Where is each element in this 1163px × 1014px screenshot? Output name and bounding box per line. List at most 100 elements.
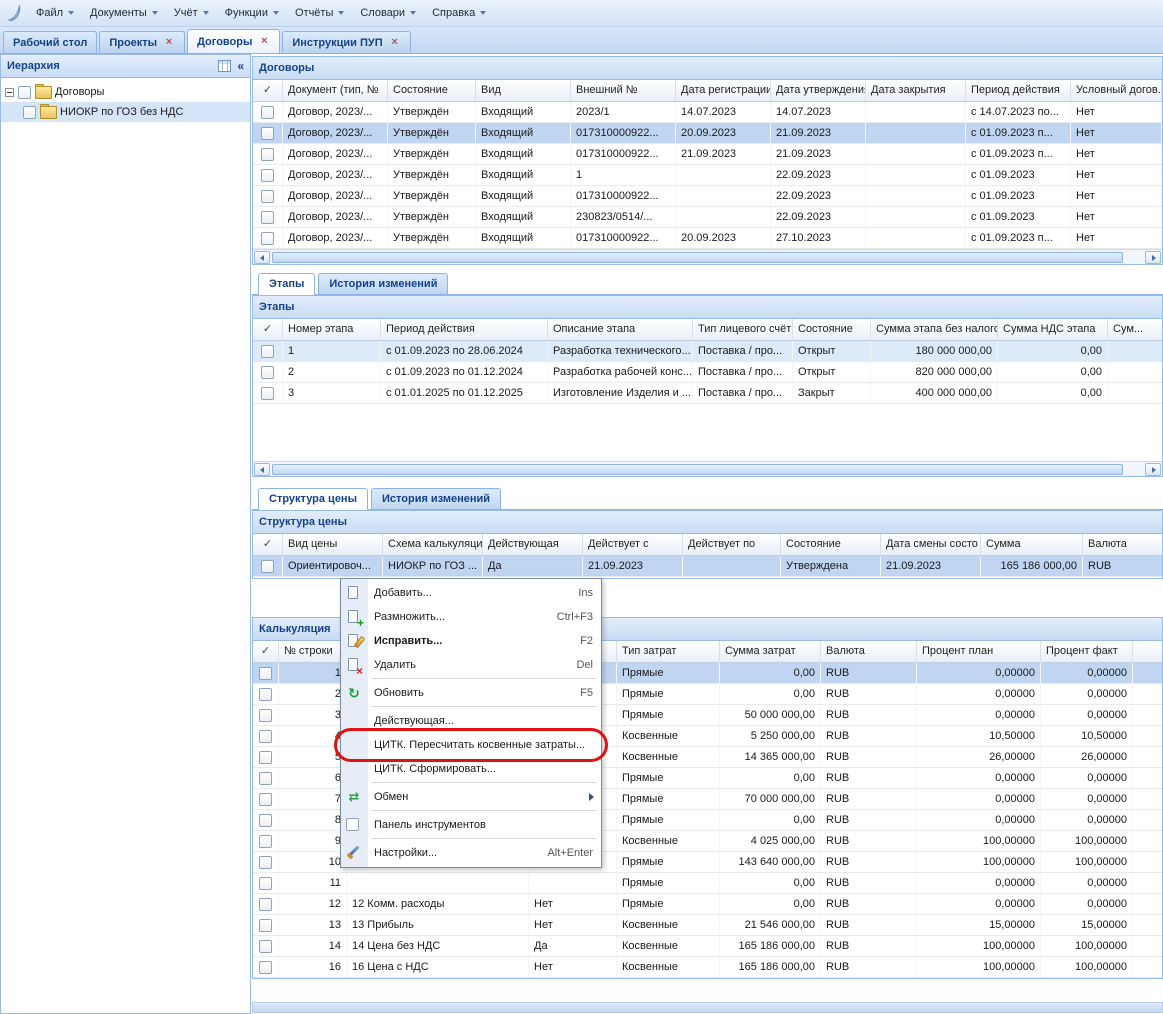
- menu-item[interactable]: ОбновитьF5: [341, 681, 601, 705]
- row-checkbox[interactable]: [259, 772, 272, 785]
- menu-item[interactable]: Добавить...Ins: [341, 581, 601, 605]
- row-checkbox[interactable]: [259, 667, 272, 680]
- menu-checkbox[interactable]: [346, 818, 359, 831]
- column-header[interactable]: Период действия: [381, 319, 548, 340]
- table-row[interactable]: Договор, 2023/...УтверждёнВходящий2023/1…: [253, 102, 1162, 123]
- column-header[interactable]: Описание этапа: [548, 319, 693, 340]
- subtab-1[interactable]: История изменений: [318, 273, 448, 294]
- row-checkbox[interactable]: [261, 106, 274, 119]
- scroll-thumb[interactable]: [272, 252, 1123, 263]
- column-header[interactable]: Валюта: [821, 641, 917, 662]
- menu-item[interactable]: ЦИТК. Сформировать...: [341, 757, 601, 781]
- row-checkbox[interactable]: [259, 940, 272, 953]
- column-header[interactable]: [1133, 641, 1162, 662]
- column-header[interactable]: Документ (тип, №: [283, 80, 388, 101]
- collapse-panel-icon[interactable]: [237, 60, 244, 72]
- main-tab-1[interactable]: Проекты: [99, 31, 185, 53]
- subtab-0[interactable]: Этапы: [258, 273, 315, 295]
- menu-item[interactable]: Размножить...Ctrl+F3: [341, 605, 601, 629]
- tree-checkbox[interactable]: [18, 86, 31, 99]
- menubar-item-0[interactable]: Файл: [28, 3, 82, 23]
- row-checkbox[interactable]: [259, 730, 272, 743]
- table-row[interactable]: 3с 01.01.2025 по 01.12.2025Изготовление …: [253, 383, 1162, 404]
- table-row[interactable]: Договор, 2023/...УтверждёнВходящий017310…: [253, 144, 1162, 165]
- row-checkbox[interactable]: [261, 387, 274, 400]
- scroll-thumb[interactable]: [253, 1003, 1162, 1012]
- column-header[interactable]: Вид цены: [283, 534, 383, 555]
- table-row[interactable]: 1616 Цена с НДСНетКосвенные165 186 000,0…: [253, 957, 1162, 978]
- menubar-item-4[interactable]: Отчёты: [287, 3, 352, 23]
- row-checkbox[interactable]: [259, 688, 272, 701]
- menu-item[interactable]: Обмен: [341, 785, 601, 809]
- column-header[interactable]: Дата регистрации: [676, 80, 771, 101]
- column-header[interactable]: Состояние: [793, 319, 871, 340]
- main-tab-0[interactable]: Рабочий стол: [3, 31, 97, 53]
- row-checkbox[interactable]: [259, 856, 272, 869]
- row-checkbox[interactable]: [261, 560, 274, 573]
- table-row[interactable]: 1с 01.09.2023 по 28.06.2024Разработка те…: [253, 341, 1162, 362]
- main-tab-3[interactable]: Инструкции ПУП: [282, 31, 410, 53]
- row-checkbox[interactable]: [259, 898, 272, 911]
- column-header[interactable]: Действует с: [583, 534, 683, 555]
- row-checkbox[interactable]: [259, 877, 272, 890]
- menu-item[interactable]: Настройки...Alt+Enter: [341, 841, 601, 865]
- menubar-item-5[interactable]: Словари: [352, 3, 424, 23]
- row-checkbox[interactable]: [259, 751, 272, 764]
- tree-node[interactable]: Договоры: [1, 82, 250, 102]
- row-checkbox[interactable]: [261, 211, 274, 224]
- column-header[interactable]: Состояние: [781, 534, 881, 555]
- tree-checkbox[interactable]: [23, 106, 36, 119]
- column-header[interactable]: Валюта: [1083, 534, 1162, 555]
- menu-item[interactable]: Исправить...F2: [341, 629, 601, 653]
- row-checkbox[interactable]: [261, 190, 274, 203]
- subtab-1[interactable]: История изменений: [371, 488, 501, 509]
- row-checkbox[interactable]: [259, 835, 272, 848]
- column-header[interactable]: Тип затрат: [617, 641, 720, 662]
- column-header[interactable]: Тип лицевого счёт: [693, 319, 793, 340]
- menu-item[interactable]: ЦИТК. Пересчитать косвенные затраты...: [341, 733, 601, 757]
- table-row[interactable]: Договор, 2023/...УтверждёнВходящий017310…: [253, 228, 1162, 249]
- table-row[interactable]: Договор, 2023/...УтверждёнВходящий230823…: [253, 207, 1162, 228]
- select-all-icon[interactable]: [253, 641, 279, 662]
- table-row[interactable]: Договор, 2023/...УтверждёнВходящий122.09…: [253, 165, 1162, 186]
- tab-close-icon[interactable]: [258, 36, 270, 48]
- table-row[interactable]: 11Прямые0,00RUB0,000000,00000: [253, 873, 1162, 894]
- column-header[interactable]: Сумма этапа без налогов: [871, 319, 998, 340]
- table-row[interactable]: Договор, 2023/...УтверждёнВходящий017310…: [253, 186, 1162, 207]
- column-header[interactable]: Номер этапа: [283, 319, 381, 340]
- column-header[interactable]: Процент факт: [1041, 641, 1133, 662]
- menu-item[interactable]: Действующая...: [341, 709, 601, 733]
- column-header[interactable]: Сум...: [1108, 319, 1162, 340]
- select-all-icon[interactable]: [253, 319, 283, 340]
- stages-hscrollbar[interactable]: [253, 461, 1162, 476]
- row-checkbox[interactable]: [261, 169, 274, 182]
- column-header[interactable]: Условный догов...: [1071, 80, 1162, 101]
- row-checkbox[interactable]: [261, 148, 274, 161]
- column-header[interactable]: Сумма НДС этапа: [998, 319, 1108, 340]
- column-header[interactable]: Состояние: [388, 80, 476, 101]
- table-row[interactable]: 1414 Цена без НДСДаКосвенные165 186 000,…: [253, 936, 1162, 957]
- row-checkbox[interactable]: [259, 709, 272, 722]
- row-checkbox[interactable]: [261, 127, 274, 140]
- scroll-right-icon[interactable]: [1145, 463, 1161, 476]
- table-row[interactable]: Ориентировоч...НИОКР по ГОЗ ...Да21.09.2…: [253, 556, 1162, 577]
- tree-node[interactable]: НИОКР по ГОЗ без НДС: [1, 102, 250, 122]
- table-row[interactable]: Договор, 2023/...УтверждёнВходящий017310…: [253, 123, 1162, 144]
- contracts-hscrollbar[interactable]: [253, 249, 1162, 264]
- column-header[interactable]: № строки: [279, 641, 347, 662]
- select-all-icon[interactable]: [253, 80, 283, 101]
- menu-item[interactable]: УдалитьDel: [341, 653, 601, 677]
- tree-expander-icon[interactable]: [5, 88, 14, 97]
- column-header[interactable]: Период действия: [966, 80, 1071, 101]
- bottom-hscrollbar[interactable]: [252, 1002, 1163, 1013]
- column-header[interactable]: Вид: [476, 80, 571, 101]
- table-row[interactable]: 1313 ПрибыльНетКосвенные21 546 000,00RUB…: [253, 915, 1162, 936]
- menubar-item-1[interactable]: Документы: [82, 3, 166, 23]
- row-checkbox[interactable]: [261, 366, 274, 379]
- column-header[interactable]: Дата смены состо: [881, 534, 981, 555]
- scroll-left-icon[interactable]: [254, 463, 270, 476]
- column-header[interactable]: Сумма: [981, 534, 1083, 555]
- column-header[interactable]: Сумма затрат: [720, 641, 821, 662]
- column-header[interactable]: Действует по: [683, 534, 781, 555]
- column-header[interactable]: Внешний №: [571, 80, 676, 101]
